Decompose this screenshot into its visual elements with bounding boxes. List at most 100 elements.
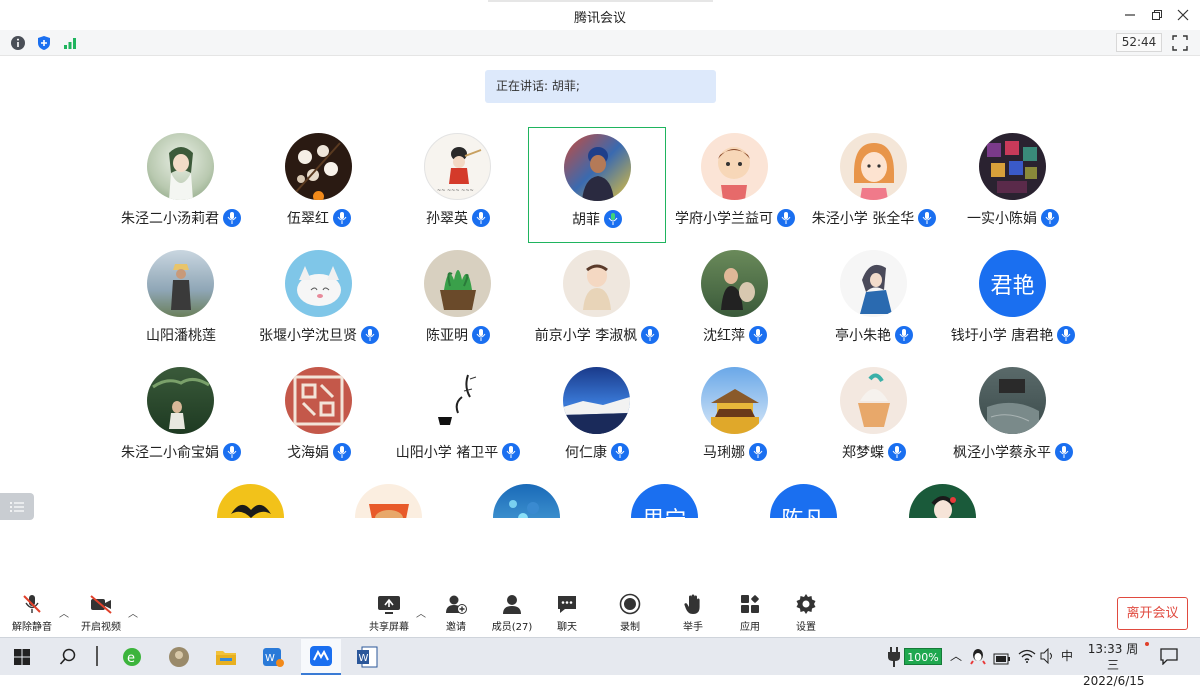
participant-tile[interactable]: 陈凡 <box>735 478 873 518</box>
record-label: 录制 <box>620 622 640 633</box>
raise-hand-label: 举手 <box>683 622 703 633</box>
participant-tile[interactable]: 君艳 钱圩小学 唐君艳 <box>944 244 1082 360</box>
share-screen-button[interactable]: 共享屏幕 <box>359 593 419 633</box>
participant-tile[interactable]: 枫泾小学蔡永平 <box>944 361 1082 477</box>
participant-tile[interactable] <box>320 478 458 518</box>
avatar <box>493 484 560 518</box>
add-user-icon <box>446 595 467 614</box>
video-off-icon <box>90 595 112 614</box>
participant-name: 朱泾二小汤莉君 <box>121 211 219 227</box>
notification-dot <box>1145 642 1149 646</box>
qq-icon[interactable] <box>970 647 986 669</box>
participant-tile[interactable] <box>182 478 320 518</box>
raise-hand-button[interactable]: 举手 <box>663 593 723 633</box>
participant-name: 郑梦蝶 <box>842 445 884 461</box>
taskbar-word[interactable]: W <box>353 643 381 671</box>
tencent-meeting-icon <box>310 646 332 666</box>
avatar <box>147 367 214 434</box>
avatar <box>979 133 1046 200</box>
participant-tile[interactable] <box>874 478 1012 518</box>
participant-name: 何仁康 <box>565 445 607 461</box>
taskbar-wps[interactable]: W <box>259 643 287 671</box>
members-icon <box>503 595 521 614</box>
taskbar-search-button[interactable] <box>54 643 82 671</box>
share-screen-label: 共享屏幕 <box>369 622 409 633</box>
unmute-button[interactable]: 解除静音 <box>2 593 62 633</box>
avatar <box>217 484 284 518</box>
audio-options-chevron-icon[interactable]: ︿ <box>59 605 69 620</box>
wps-icon: W <box>263 648 284 667</box>
participant-tile[interactable] <box>458 478 596 518</box>
participant-name: 陈亚明 <box>426 328 468 344</box>
record-button[interactable]: 录制 <box>600 593 660 633</box>
svg-text:~~ ~~~ ~~~: ~~ ~~~ ~~~ <box>437 188 474 194</box>
settings-button[interactable]: 设置 <box>776 593 836 633</box>
taskbar-browser[interactable]: e <box>118 643 146 671</box>
avatar <box>147 250 214 317</box>
notification-icon <box>1160 648 1178 666</box>
invite-label: 邀请 <box>446 622 466 633</box>
avatar <box>563 250 630 317</box>
battery-tray-icon[interactable] <box>993 650 1011 669</box>
record-icon <box>619 593 641 615</box>
search-icon <box>59 648 76 665</box>
avatar <box>840 133 907 200</box>
start-button[interactable] <box>8 643 36 671</box>
members-button[interactable]: 成员(27) <box>482 593 542 633</box>
avatar <box>979 367 1046 434</box>
input-method-indicator[interactable]: 中 <box>1061 647 1073 664</box>
svg-text:W: W <box>265 653 275 664</box>
avatar <box>840 250 907 317</box>
participant-name: 张堰小学沈旦贤 <box>259 328 357 344</box>
video-options-chevron-icon[interactable]: ︿ <box>128 605 138 620</box>
raise-hand-icon <box>684 594 700 614</box>
taskbar-tencent-meeting[interactable] <box>301 639 341 675</box>
list-icon <box>10 501 24 512</box>
microphone-icon <box>611 443 629 461</box>
microphone-icon <box>749 443 767 461</box>
chat-label: 聊天 <box>557 622 577 633</box>
avatar <box>564 134 631 201</box>
participant-name: 朱泾小学 张全华 <box>811 211 915 227</box>
microphone-icon <box>472 326 490 344</box>
participant-grid: 朱泾二小汤莉君 伍翠红 ~~ ~~~ ~~~ 孙翠英 胡菲 学府小学兰益可 朱泾… <box>0 0 1200 518</box>
microphone-icon <box>1055 443 1073 461</box>
tray-expand-chevron-icon[interactable]: ︿ <box>950 647 962 664</box>
invite-button[interactable]: 邀请 <box>426 593 486 633</box>
participant-name: 钱圩小学 唐君艳 <box>950 328 1054 344</box>
microphone-icon <box>333 209 351 227</box>
start-video-label: 开启视频 <box>81 622 121 633</box>
participant-name: 枫泾小学蔡永平 <box>953 445 1051 461</box>
participant-name: 孙翠英 <box>426 211 468 227</box>
system-clock[interactable]: 13:33 周三 2022/6/15 <box>1083 641 1145 689</box>
microphone-active-icon <box>604 210 622 228</box>
os-taskbar: e W W 100% ︿ 中 13:33 周三 2022/6/15 <box>0 637 1200 688</box>
windows-logo-icon <box>14 649 30 665</box>
participant-tile[interactable]: 一实小陈娟 <box>944 127 1082 243</box>
microphone-icon <box>472 209 490 227</box>
chat-button[interactable]: 聊天 <box>537 593 597 633</box>
action-center-button[interactable] <box>1160 647 1178 669</box>
taskbar-file-explorer[interactable] <box>212 643 240 671</box>
member-list-toggle-button[interactable] <box>0 493 34 520</box>
power-plug-icon[interactable] <box>887 646 901 672</box>
participant-name: 马琍娜 <box>703 445 745 461</box>
taskbar-photo-app[interactable] <box>165 643 193 671</box>
unmute-label: 解除静音 <box>12 622 52 633</box>
volume-icon[interactable] <box>1040 647 1056 668</box>
avatar <box>563 367 630 434</box>
meeting-toolbar: 解除静音 ︿ 开启视频 ︿ 共享屏幕 ︿ 邀请 成员(27) 聊天 录制 举手 … <box>0 585 1200 637</box>
participant-name: 学府小学兰益可 <box>675 211 773 227</box>
battery-indicator[interactable]: 100% <box>904 648 942 665</box>
participant-tile[interactable]: 思宁 <box>596 478 734 518</box>
microphone-icon <box>749 326 767 344</box>
avatar-text: 思宁 <box>631 484 698 518</box>
participant-name: 朱泾二小俞宝娟 <box>121 445 219 461</box>
members-label: 成员(27) <box>491 622 533 633</box>
wifi-icon[interactable] <box>1018 648 1036 668</box>
leave-meeting-button[interactable]: 离开会议 <box>1117 597 1188 630</box>
start-video-button[interactable]: 开启视频 <box>71 593 131 633</box>
share-options-chevron-icon[interactable]: ︿ <box>416 605 426 620</box>
apps-button[interactable]: 应用 <box>720 593 780 633</box>
avatar-text: 陈凡 <box>770 484 837 518</box>
